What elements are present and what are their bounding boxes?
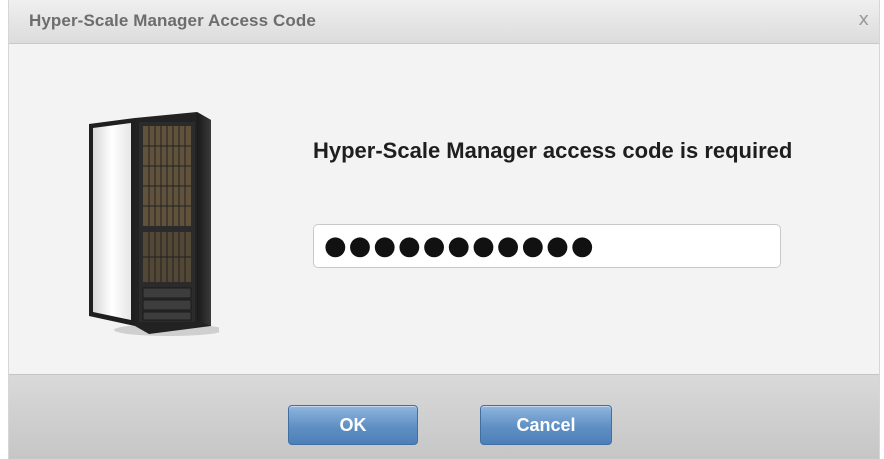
access-code-dialog: Hyper-Scale Manager Access Code x Hyper-… [8,0,880,459]
cancel-button[interactable]: Cancel [480,405,612,445]
dialog-title: Hyper-Scale Manager Access Code [29,11,316,30]
server-rack-icon [89,112,219,336]
dialog-titlebar: Hyper-Scale Manager Access Code x [9,0,879,44]
close-icon[interactable]: x [858,9,869,30]
access-code-input[interactable] [313,224,781,268]
access-code-message: Hyper-Scale Manager access code is requi… [313,138,793,163]
dialog-content: Hyper-Scale Manager access code is requi… [9,44,879,374]
dialog-footer: OK Cancel [9,374,879,459]
ok-button[interactable]: OK [288,405,418,445]
